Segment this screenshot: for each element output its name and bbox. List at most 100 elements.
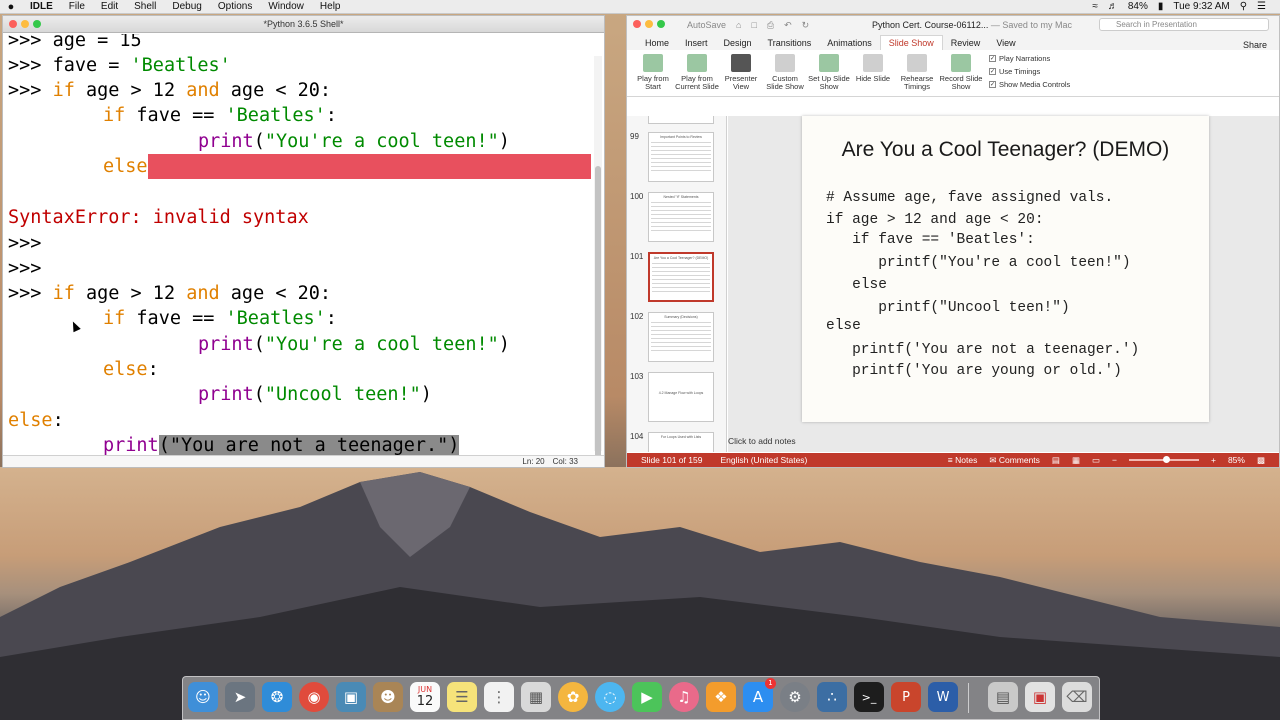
tab-review[interactable]: Review xyxy=(943,36,989,50)
play-from-start-button[interactable]: Play from Start xyxy=(631,54,675,92)
facetime-icon[interactable]: ▶ xyxy=(632,682,662,712)
notes-app-icon[interactable]: ☰ xyxy=(447,682,477,712)
tab-design[interactable]: Design xyxy=(716,36,760,50)
finder-icon[interactable]: ☺ xyxy=(188,682,218,712)
scrollbar-thumb[interactable] xyxy=(595,166,601,466)
tab-view[interactable]: View xyxy=(988,36,1023,50)
zoom-in-icon[interactable]: + xyxy=(1211,455,1216,465)
share-button[interactable]: Share xyxy=(1243,40,1279,50)
presenter-view-button[interactable]: Presenter View xyxy=(719,54,763,92)
slide-thumbnail-102[interactable]: 102 Summary (Decisions) xyxy=(627,312,726,368)
python-icon[interactable]: ∴ xyxy=(817,682,847,712)
tab-slide-show[interactable]: Slide Show xyxy=(879,35,943,50)
zoom-out-icon[interactable]: − xyxy=(1112,455,1117,465)
contacts-icon[interactable]: ☻ xyxy=(373,682,403,712)
autosave-toggle[interactable]: AutoSave xyxy=(687,20,726,31)
show-media-controls-option[interactable]: ✓ Show Media Controls xyxy=(989,80,1070,89)
comments-button[interactable]: ✉ Comments xyxy=(989,455,1040,466)
menu-options[interactable]: Options xyxy=(210,1,260,12)
checkbox[interactable]: ✓ xyxy=(989,81,996,88)
checkbox[interactable]: ✓ xyxy=(989,55,996,62)
custom-slide-show-button[interactable]: Custom Slide Show xyxy=(763,54,807,92)
documents-stack-icon[interactable]: ▣ xyxy=(1025,682,1055,712)
preview-icon[interactable]: ▣ xyxy=(336,682,366,712)
battery-icon[interactable]: ▮ xyxy=(1158,1,1164,12)
slide-thumbnail-101[interactable]: 101 Are You a Cool Teenager? (DEMO) xyxy=(627,252,726,308)
save-icon[interactable]: □ xyxy=(751,20,756,31)
ppt-title-bar[interactable]: AutoSave ⌂ □ ⎙ ↶ ↻ Python Cert. Course-0… xyxy=(627,16,1279,34)
idle-title-bar[interactable]: *Python 3.6.5 Shell* xyxy=(3,16,604,33)
checkbox[interactable]: ✓ xyxy=(989,68,996,75)
use-timings-option[interactable]: ✓ Use Timings xyxy=(989,67,1070,76)
messages-icon[interactable]: ◌ xyxy=(595,682,625,712)
itunes-icon[interactable]: ♫ xyxy=(669,682,699,712)
idle-shell-text[interactable]: >>> age = 15 >>> fave = 'Beatles' >>> if… xyxy=(3,34,594,456)
zoom-level[interactable]: 85% xyxy=(1228,455,1245,465)
rehearse-timings-button[interactable]: Rehearse Timings xyxy=(895,54,939,92)
fit-to-window-icon[interactable]: ▩ xyxy=(1257,455,1265,466)
ppt-minimize-button[interactable] xyxy=(645,20,653,28)
slide-thumbnail[interactable] xyxy=(627,116,726,130)
normal-view-icon[interactable]: ▤ xyxy=(1052,455,1060,466)
menu-debug[interactable]: Debug xyxy=(164,1,209,12)
spotlight-icon[interactable]: ⚲ xyxy=(1240,1,1247,12)
zoom-slider-knob[interactable] xyxy=(1162,456,1170,463)
set-up-slide-show-button[interactable]: Set Up Slide Show xyxy=(807,54,851,92)
volume-icon[interactable]: ♬ xyxy=(1108,1,1118,12)
notes-button[interactable]: ≡ Notes xyxy=(948,455,978,465)
slide-thumbnail-103[interactable]: 103 4.2 Manage Flow with Loops xyxy=(627,372,726,428)
slide-title[interactable]: Are You a Cool Teenager? (DEMO) xyxy=(802,138,1209,162)
slide-thumbnail-104[interactable]: 104 For Loops Used with Lists xyxy=(627,432,726,452)
tab-insert[interactable]: Insert xyxy=(677,36,716,50)
chrome-icon[interactable]: ◉ xyxy=(299,682,329,712)
downloads-folder-icon[interactable]: ▤ xyxy=(988,682,1018,712)
menu-clock[interactable]: Tue 9:32 AM xyxy=(1173,1,1229,12)
notes-placeholder[interactable]: Click to add notes xyxy=(728,436,796,446)
powerpoint-icon[interactable]: P xyxy=(891,682,921,712)
undo-icon[interactable]: ↶ xyxy=(784,20,792,31)
word-icon[interactable]: W xyxy=(928,682,958,712)
redo-icon[interactable]: ↻ xyxy=(802,20,810,31)
menu-app-name[interactable]: IDLE xyxy=(22,1,61,12)
slide-thumbnail-pane[interactable]: 99 Important Points to Review 100 Nested "… xyxy=(627,116,727,452)
ppt-zoom-button[interactable] xyxy=(657,20,665,28)
ibooks-icon[interactable]: ❖ xyxy=(706,682,736,712)
slide-sorter-icon[interactable]: ▦ xyxy=(1072,455,1080,466)
system-preferences-icon[interactable]: ⚙ xyxy=(780,682,810,712)
reading-view-icon[interactable]: ▭ xyxy=(1092,455,1100,466)
menu-shell[interactable]: Shell xyxy=(126,1,164,12)
current-slide[interactable]: Are You a Cool Teenager? (DEMO) # Assume… xyxy=(802,116,1209,422)
language-indicator[interactable]: English (United States) xyxy=(720,455,807,465)
minimize-button[interactable] xyxy=(21,20,29,28)
play-narrations-option[interactable]: ✓ Play Narrations xyxy=(989,54,1070,63)
tab-transitions[interactable]: Transitions xyxy=(760,36,820,50)
menu-window[interactable]: Window xyxy=(260,1,312,12)
ppt-close-button[interactable] xyxy=(633,20,641,28)
menu-file[interactable]: File xyxy=(61,1,93,12)
slide-thumbnail-99[interactable]: 99 Important Points to Review xyxy=(627,132,726,188)
app-store-icon[interactable]: A1 xyxy=(743,678,776,712)
slide-thumbnail-100[interactable]: 100 Nested "if" Statements xyxy=(627,192,726,248)
photos-icon[interactable]: ✿ xyxy=(558,682,588,712)
safari-icon[interactable]: ❂ xyxy=(262,682,292,712)
home-icon[interactable]: ⌂ xyxy=(736,20,741,31)
idle-scrollbar[interactable] xyxy=(594,56,602,466)
zoom-button[interactable] xyxy=(33,20,41,28)
close-button[interactable] xyxy=(9,20,17,28)
trash-icon[interactable]: ⌫ xyxy=(1062,682,1092,712)
terminal-icon[interactable]: >_ xyxy=(854,682,884,712)
play-from-current-button[interactable]: Play from Current Slide xyxy=(675,54,719,92)
tab-animations[interactable]: Animations xyxy=(819,36,880,50)
apple-icon[interactable]: ● xyxy=(0,1,22,13)
menu-edit[interactable]: Edit xyxy=(93,1,126,12)
numbers-icon[interactable]: ▦ xyxy=(521,682,551,712)
launchpad-icon[interactable]: ➤ xyxy=(225,682,255,712)
search-input[interactable]: Search in Presentation xyxy=(1099,18,1269,31)
menu-help[interactable]: Help xyxy=(312,1,349,12)
tab-home[interactable]: Home xyxy=(637,36,677,50)
print-icon[interactable]: ⎙ xyxy=(767,20,774,31)
zoom-slider[interactable] xyxy=(1128,456,1199,463)
notification-center-icon[interactable]: ☰ xyxy=(1257,1,1266,12)
hide-slide-button[interactable]: Hide Slide xyxy=(851,54,895,92)
record-slide-show-button[interactable]: Record Slide Show xyxy=(939,54,983,92)
